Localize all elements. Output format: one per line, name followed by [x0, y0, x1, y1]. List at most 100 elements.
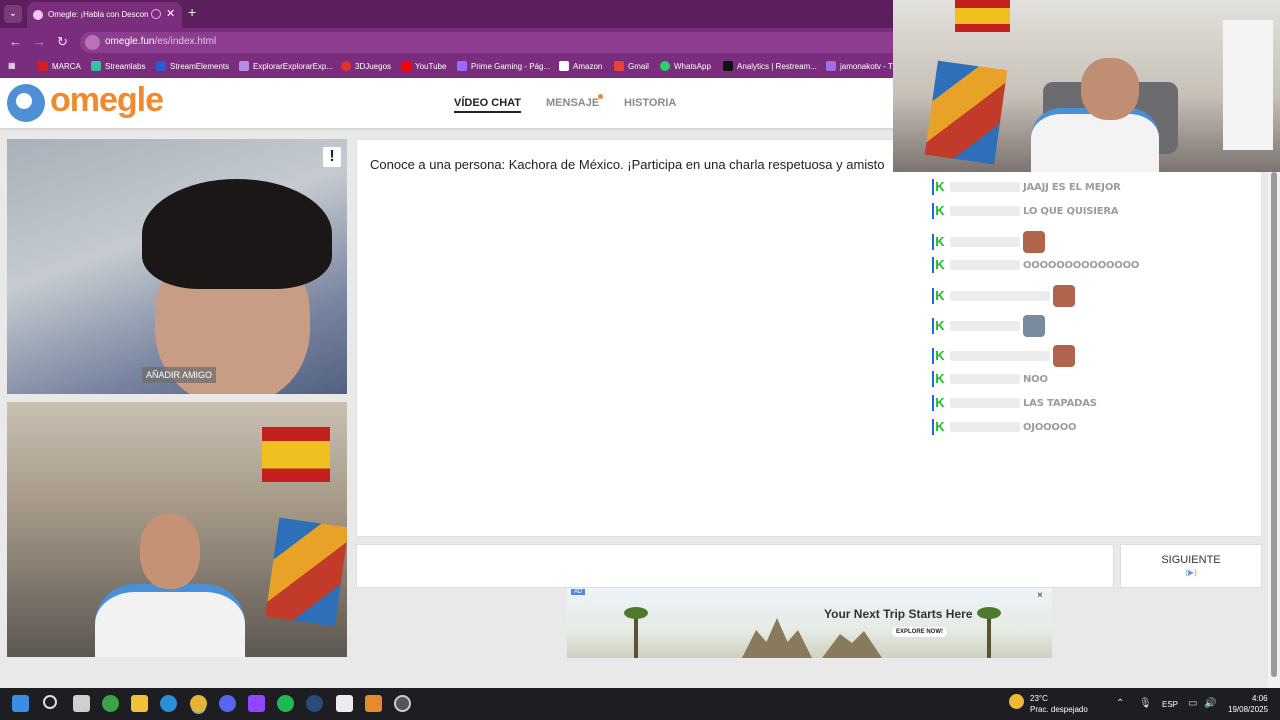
ad-banner[interactable]: AD × Your Next Trip Starts Here EXPLORE … [567, 588, 1052, 658]
next-button[interactable]: SIGUIENTE (▶) [1120, 544, 1262, 588]
message-input[interactable] [356, 544, 1114, 588]
steam-icon[interactable] [306, 695, 323, 712]
bookmark-explorar[interactable]: ExplorarExplorarExp... [239, 61, 333, 71]
taskbar: 23°C Prac. despejado ⌃ 🎙 ESP ▭ 🔊 4:06 19… [0, 688, 1280, 720]
streamer-body [1031, 108, 1159, 172]
bookmark-3djuegos[interactable]: 3DJuegos [341, 61, 391, 71]
chair [265, 517, 347, 627]
emote-icon [1053, 285, 1075, 307]
ad-close-icon[interactable]: × [1037, 590, 1043, 601]
kick-badge-icon: K [932, 395, 946, 411]
forward-icon[interactable]: → [33, 34, 46, 49]
emote-icon [1053, 345, 1075, 367]
site-info-icon[interactable] [85, 35, 100, 50]
stranger-hair [142, 179, 332, 289]
search-icon[interactable] [43, 695, 57, 709]
browser-tab[interactable]: Omegle: ¡Habla con Descon ✕ [27, 2, 182, 28]
reload-icon[interactable]: ↻ [57, 34, 68, 50]
task-view-icon[interactable] [73, 695, 90, 712]
weather-icon[interactable] [1009, 694, 1024, 709]
kick-badge-icon: K [932, 371, 946, 387]
tab-title: Omegle: ¡Habla con Descon [48, 10, 148, 19]
kick-badge-icon: K [932, 288, 946, 304]
nav-mensaje[interactable]: MENSAJE [546, 97, 599, 109]
address-bar[interactable]: omegle.fun/es/index.html [80, 32, 900, 53]
microphone-icon[interactable]: 🎙 [1139, 698, 1152, 709]
bookmark-streamlabs[interactable]: Streamlabs [91, 61, 145, 71]
bookmark-amazon[interactable]: Amazon [559, 61, 602, 71]
new-tab-icon[interactable]: + [188, 4, 196, 20]
file-explorer-icon[interactable] [131, 695, 148, 712]
bookmark-whatsapp[interactable]: WhatsApp [660, 61, 711, 71]
scrollbar-thumb[interactable] [1271, 172, 1277, 677]
kick-badge-icon: K [932, 234, 946, 250]
weather-condition: Prac. despejado [1030, 705, 1088, 714]
fl-studio-icon[interactable] [365, 695, 382, 712]
page-scrollbar[interactable] [1268, 172, 1280, 688]
ad-headline: Your Next Trip Starts Here [824, 607, 973, 621]
clock-date[interactable]: 19/08/2025 [1228, 705, 1268, 714]
url-text: omegle.fun/es/index.html [105, 36, 217, 47]
network-icon[interactable]: ▭ [1188, 698, 1197, 709]
volume-icon[interactable]: 🔊 [1204, 698, 1216, 709]
stream-chat-row: K OJOOOOO [932, 419, 1077, 435]
spain-flag [262, 427, 330, 482]
site-logo[interactable]: omegle [50, 81, 164, 120]
edge-icon[interactable] [160, 695, 177, 712]
self-video [7, 402, 347, 657]
webcam-overlay [893, 0, 1280, 172]
chat-intro-text: Conoce a una persona: Kachora de México.… [370, 157, 885, 172]
kick-badge-icon: K [932, 348, 946, 364]
capcut-icon[interactable] [336, 695, 353, 712]
tab-search-icon[interactable]: ⌄ [4, 5, 22, 23]
apps-icon[interactable]: ▦ [8, 61, 16, 70]
tray-chevron-icon[interactable]: ⌃ [1116, 698, 1124, 709]
close-tab-icon[interactable]: ✕ [166, 7, 175, 20]
next-button-hint: (▶) [1185, 568, 1197, 577]
streamer-head [1081, 58, 1139, 120]
emote-icon [1023, 231, 1045, 253]
twitch-icon[interactable] [248, 695, 265, 712]
kick-badge-icon: K [932, 318, 946, 334]
emote-icon [1023, 315, 1045, 337]
report-button[interactable]: ! [323, 147, 341, 167]
chat-log: Conoce a una persona: Kachora de México.… [356, 139, 1262, 537]
recording-icon [151, 9, 161, 19]
start-icon[interactable] [12, 695, 29, 712]
kick-badge-icon: K [932, 257, 946, 273]
weather-temp: 23°C [1030, 694, 1048, 703]
omegle-logo-icon[interactable] [7, 84, 45, 122]
nav-historia[interactable]: HISTORIA [624, 97, 676, 109]
bookmark-jamonakotv[interactable]: jamonakotv - T [826, 61, 893, 71]
stream-chat-row: K [932, 345, 1075, 367]
obs-icon[interactable] [394, 695, 411, 712]
stream-chat-row: K NOO [932, 371, 1048, 387]
clock-time[interactable]: 4:06 [1252, 694, 1268, 703]
temple-image [742, 618, 812, 658]
stream-chat-row: K JAAJJ ES EL MEJOR [932, 179, 1121, 195]
nav-video-chat[interactable]: VÍDEO CHAT [454, 97, 522, 113]
xbox-icon[interactable] [102, 695, 119, 712]
bookmark-youtube[interactable]: YouTube [401, 61, 446, 71]
spotify-icon[interactable] [277, 695, 294, 712]
bookmark-prime-gaming[interactable]: Prime Gaming - Pág... [457, 61, 550, 71]
kick-badge-icon: K [932, 203, 946, 219]
stream-chat-row: K [932, 315, 1045, 337]
ad-cta-button[interactable]: EXPLORE NOW! [892, 627, 948, 637]
language-indicator[interactable]: ESP [1162, 700, 1178, 709]
bookmark-gmail[interactable]: Gmail [614, 61, 649, 71]
chrome-icon[interactable] [190, 695, 207, 712]
bookmark-marca[interactable]: MARCA [38, 61, 81, 71]
tab-favicon-icon [33, 10, 43, 20]
next-button-label: SIGUIENTE [1161, 554, 1221, 566]
back-icon[interactable]: ← [9, 34, 22, 49]
ad-tag: AD [571, 589, 586, 595]
bookmark-streamelements[interactable]: StreamElements [156, 61, 229, 71]
stream-chat-row: K LAS TAPADAS [932, 395, 1097, 411]
chair [924, 60, 1008, 165]
add-friend-button[interactable]: AÑADIR AMIGO [142, 367, 217, 383]
discord-icon[interactable] [219, 695, 236, 712]
bookmark-analytics[interactable]: Analytics | Restream... [723, 61, 817, 71]
kick-badge-icon: K [932, 419, 946, 435]
stream-chat-row: K OOOOOOOOOOOOOO [932, 257, 1139, 273]
